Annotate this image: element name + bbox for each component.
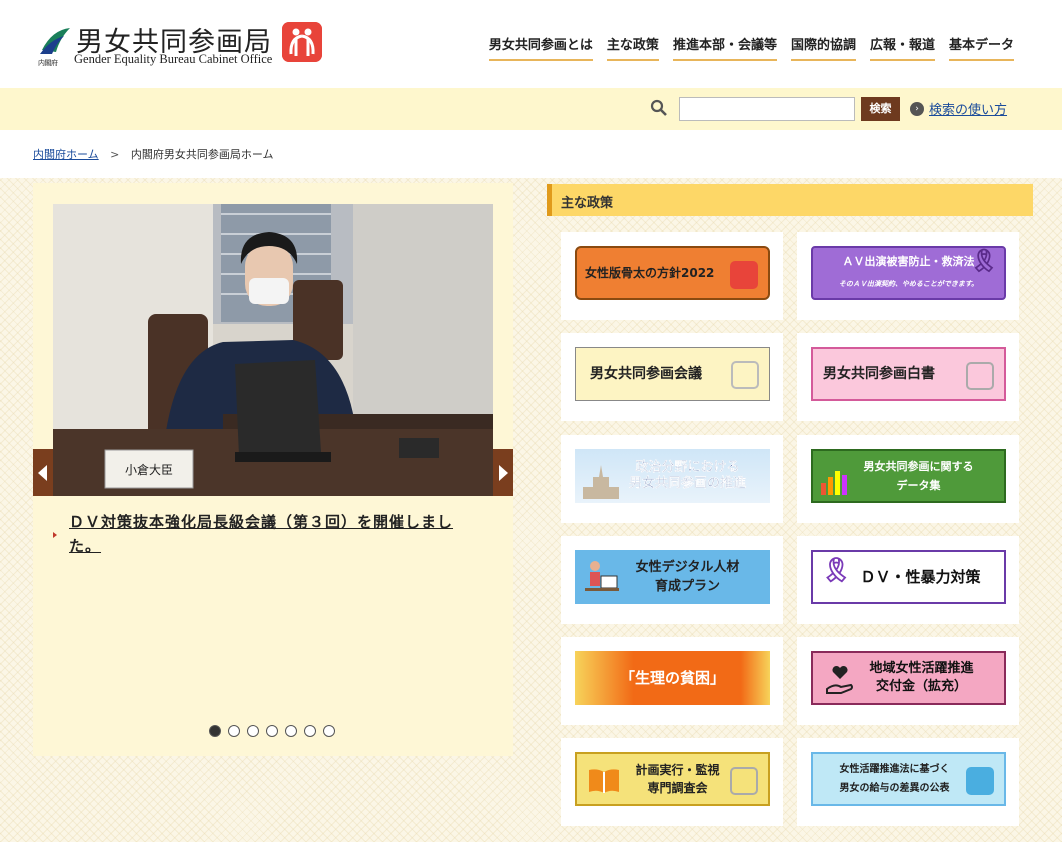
policy-banner-subtitle: 育成プラン	[654, 578, 720, 594]
slider-prev-button[interactable]	[33, 449, 53, 496]
policy-banner: 男女共同参画白書	[811, 347, 1006, 401]
search-button[interactable]: 検索	[861, 97, 900, 121]
policy-banner-title: 男女共同参画会議	[590, 366, 702, 382]
breadcrumb: 内閣府ホーム > 内閣府男女共同参画局ホーム	[0, 130, 1062, 178]
policy-banner-title: 女性活躍推進法に基づく	[839, 763, 950, 775]
diet-building-icon	[583, 465, 619, 499]
minister-nameplate: 小倉大臣	[125, 462, 173, 477]
global-nav: 男女共同参画とは 主な政策 推進本部・会議等 国際的協調 広報・報道 基本データ	[488, 34, 1014, 61]
site-logo[interactable]: 内閣府 男女共同参画局 Gender Equality Bureau Cabin…	[38, 20, 328, 68]
woman-at-computer-icon	[585, 561, 619, 591]
policy-tile-av-damage-law[interactable]: ＡＶ出演被害防止・救済法 そのＡＶ出演契約、やめることができます。 🎗	[797, 232, 1019, 320]
policy-banner: 男女共同参画会議	[575, 347, 770, 401]
policy-tile-white-paper[interactable]: 男女共同参画白書	[797, 333, 1019, 421]
nav-policies[interactable]: 主な政策	[606, 34, 659, 61]
slider-dot[interactable]	[285, 725, 297, 737]
slider-dot[interactable]	[304, 725, 316, 737]
policy-banner-subtitle: 専門調査会	[647, 781, 708, 795]
policy-tile-period-poverty[interactable]: 「生理の貧困」	[561, 637, 783, 725]
search-help[interactable]: › 検索の使い方	[910, 99, 1007, 118]
policy-banner-title: 男女共同参画白書	[823, 366, 935, 382]
policy-banner-title: 女性版骨太の方針2022	[585, 266, 715, 280]
policy-tile-monitoring-committee[interactable]: 計画実行・監視 専門調査会	[561, 738, 783, 826]
heart-hand-icon	[826, 665, 853, 694]
policy-tile-data[interactable]: 男女共同参画に関する データ集	[797, 435, 1019, 523]
gender-equality-symbol-icon	[966, 767, 994, 795]
policy-banner: 女性版骨太の方針2022	[575, 246, 770, 300]
policy-banner-subtitle: 交付金（拡充）	[875, 679, 967, 694]
policy-tile-wage-gap[interactable]: 女性活躍推進法に基づく 男女の給与の差異の公表	[797, 738, 1019, 826]
policy-banner: 女性活躍推進法に基づく 男女の給与の差異の公表	[811, 752, 1006, 806]
policy-banner-title: 女性デジタル人材	[635, 559, 740, 575]
breadcrumb-current: 内閣府男女共同参画局ホーム	[130, 148, 274, 161]
policy-tile-regional-grant[interactable]: 地域女性活躍推進 交付金（拡充）	[797, 637, 1019, 725]
policy-tile-politics[interactable]: 政治分野における 男女共同参画の推進	[561, 435, 783, 523]
search-input[interactable]	[679, 97, 855, 121]
policy-tile-honebuto-2022[interactable]: 女性版骨太の方針2022	[561, 232, 783, 320]
gender-equality-symbol-icon	[282, 22, 322, 62]
search-icon	[650, 99, 667, 116]
gender-equality-symbol-icon	[731, 361, 759, 389]
caption-bullet-icon	[53, 532, 57, 538]
policy-tile-council[interactable]: 男女共同参画会議	[561, 333, 783, 421]
policy-banner-title: 政治分野における	[635, 460, 740, 475]
policy-banner-title: ＡＶ出演被害防止・救済法	[842, 255, 975, 268]
policy-banner-title: ＤＶ・性暴力対策	[860, 568, 981, 586]
breadcrumb-home[interactable]: 内閣府ホーム	[33, 148, 99, 161]
ribbon-icon: 🎗	[821, 556, 852, 584]
policy-banner: ＤＶ・性暴力対策 🎗	[811, 550, 1006, 604]
policy-banner-title: 「生理の貧困」	[619, 669, 725, 687]
bar-chart-icon	[821, 471, 847, 495]
policy-banner: 地域女性活躍推進 交付金（拡充）	[811, 651, 1006, 705]
slider-dot[interactable]	[247, 725, 259, 737]
nav-about[interactable]: 男女共同参画とは	[488, 34, 593, 61]
policy-banner-subtitle: データ集	[896, 478, 941, 492]
nav-basic-data[interactable]: 基本データ	[948, 34, 1014, 61]
gender-equality-symbol-icon	[730, 767, 758, 795]
nav-press[interactable]: 広報・報道	[869, 34, 935, 61]
policy-banner: 男女共同参画に関する データ集	[811, 449, 1006, 503]
slider-pagination	[209, 725, 335, 737]
slider-next-button[interactable]	[493, 449, 513, 496]
site-header: 内閣府 男女共同参画局 Gender Equality Bureau Cabin…	[0, 0, 1062, 88]
slider-dot[interactable]	[323, 725, 335, 737]
policy-banner-title: 地域女性活躍推進	[869, 661, 974, 676]
slider-dot[interactable]	[209, 725, 221, 737]
search-bar: 検索 › 検索の使い方	[0, 88, 1062, 130]
slider-dot[interactable]	[228, 725, 240, 737]
slide-photo[interactable]: 小倉大臣	[53, 204, 493, 496]
book-icon	[589, 769, 619, 793]
search-help-link[interactable]: 検索の使い方	[929, 99, 1007, 118]
policy-tile-dv-sexual-violence[interactable]: ＤＶ・性暴力対策 🎗	[797, 536, 1019, 624]
policy-banner-title: 男女共同参画に関する	[863, 459, 974, 473]
slide-caption-link[interactable]: ＤＶ対策抜本強化局長級会議（第３回）を開催しました。	[69, 510, 479, 558]
gender-equality-symbol-icon	[966, 362, 994, 390]
policy-banner: 女性デジタル人材 育成プラン	[575, 550, 770, 604]
policy-banner: 政治分野における 男女共同参画の推進	[575, 449, 770, 503]
policy-banner-subtitle: 男女の給与の差異の公表	[839, 782, 950, 794]
bureau-english-name: Gender Equality Bureau Cabinet Office	[74, 52, 273, 66]
gender-equality-symbol-icon	[730, 261, 758, 289]
nav-headquarters-meetings[interactable]: 推進本部・会議等	[672, 34, 777, 61]
policy-banner: ＡＶ出演被害防止・救済法 そのＡＶ出演契約、やめることができます。 🎗	[811, 246, 1006, 300]
news-slider: 小倉大臣 ＤＶ対策抜本強化局長級会議（第３回）を開催しました。	[33, 183, 513, 756]
nav-international[interactable]: 国際的協調	[790, 34, 856, 61]
policy-section-heading: 主な政策	[547, 184, 1033, 216]
cabinet-office-label: 内閣府	[38, 59, 58, 67]
policy-banner: 「生理の貧困」	[575, 651, 770, 705]
chevron-right-icon: ›	[910, 101, 924, 116]
slider-dot[interactable]	[266, 725, 278, 737]
policy-tile-digital-talent[interactable]: 女性デジタル人材 育成プラン	[561, 536, 783, 624]
policy-banner-subtitle: 男女共同参画の推進	[628, 476, 746, 491]
policy-banner-title: 計画実行・監視	[635, 763, 720, 777]
policy-banner: 計画実行・監視 専門調査会	[575, 752, 770, 806]
cabinet-office-emblem-icon	[40, 28, 70, 54]
breadcrumb-separator: >	[110, 148, 120, 161]
policy-banner-subtitle: そのＡＶ出演契約、やめることができます。	[838, 280, 979, 288]
